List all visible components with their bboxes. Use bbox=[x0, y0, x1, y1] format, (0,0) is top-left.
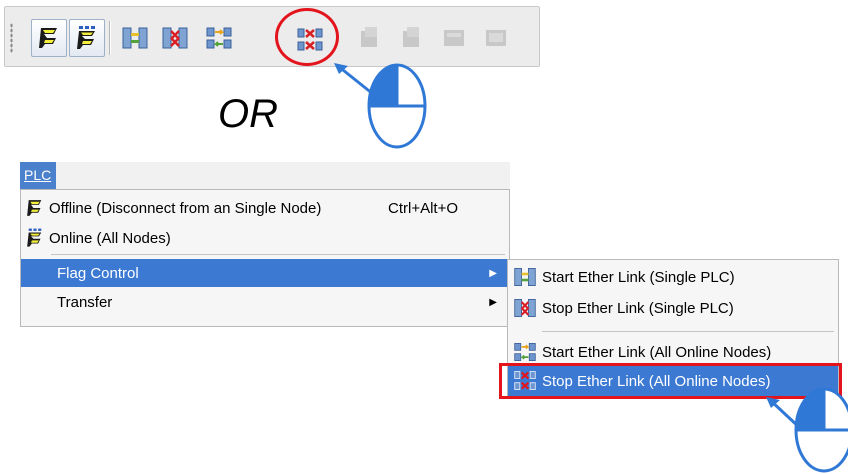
stop-link-single-icon bbox=[162, 27, 188, 49]
start-ether-link-all-button[interactable] bbox=[201, 19, 237, 57]
start-ether-link-single-button[interactable] bbox=[117, 19, 153, 57]
disabled-toolbar-button[interactable] bbox=[436, 19, 472, 57]
submenu-separator bbox=[542, 331, 834, 332]
menu-item-shortcut: Ctrl+Alt+O bbox=[388, 199, 459, 217]
submenu-arrow-icon: ▶ bbox=[489, 267, 497, 279]
submenu-item-stop-ether-link-single[interactable]: Stop Ether Link (Single PLC) bbox=[508, 293, 838, 323]
menu-item-label: Offline (Disconnect from an Single Node) bbox=[49, 199, 322, 217]
toolbar-separator bbox=[109, 21, 111, 55]
compare-icon bbox=[444, 30, 464, 46]
menu-item-label: Flag Control bbox=[57, 264, 139, 282]
menu-item-flag-control[interactable]: Flag Control ▶ bbox=[21, 259, 509, 287]
disabled-toolbar-button[interactable] bbox=[478, 19, 514, 57]
mouse-icon bbox=[794, 387, 848, 473]
plc-menu: Offline (Disconnect from an Single Node)… bbox=[20, 189, 510, 327]
start-link-single-icon bbox=[508, 262, 542, 292]
start-link-single-icon bbox=[122, 27, 148, 49]
monitor-icon bbox=[486, 30, 506, 46]
menu-item-offline[interactable]: Offline (Disconnect from an Single Node)… bbox=[21, 194, 509, 222]
toolbar bbox=[4, 6, 540, 67]
menu-item-label: Online (All Nodes) bbox=[49, 229, 171, 247]
disabled-toolbar-button[interactable] bbox=[394, 19, 430, 57]
submenu-item-label: Start Ether Link (All Online Nodes) bbox=[542, 343, 772, 361]
or-label: OR bbox=[218, 92, 278, 136]
toolbar-grip[interactable] bbox=[10, 23, 13, 53]
plc-offline-icon bbox=[21, 194, 49, 222]
download-icon bbox=[403, 27, 419, 47]
start-link-all-icon bbox=[206, 27, 232, 49]
plc-online-icon bbox=[77, 26, 95, 49]
stop-link-single-icon bbox=[508, 293, 542, 323]
submenu-item-start-ether-link-single[interactable]: Start Ether Link (Single PLC) bbox=[508, 262, 838, 292]
menu-item-transfer[interactable]: Transfer ▶ bbox=[21, 288, 509, 316]
submenu-arrow-icon: ▶ bbox=[489, 296, 497, 308]
disabled-toolbar-button[interactable] bbox=[352, 19, 388, 57]
menu-separator bbox=[51, 254, 505, 255]
submenu-item-label: Start Ether Link (Single PLC) bbox=[542, 268, 735, 286]
menu-plc[interactable]: PLC bbox=[20, 162, 56, 189]
highlight-circle bbox=[275, 8, 339, 66]
stop-ether-link-single-button[interactable] bbox=[157, 19, 193, 57]
menu-item-online-all-nodes[interactable]: Online (All Nodes) bbox=[21, 224, 509, 252]
plc-online-icon bbox=[21, 224, 49, 252]
offline-button[interactable] bbox=[31, 19, 67, 57]
upload-icon bbox=[361, 27, 377, 47]
menubar: PLC bbox=[20, 162, 510, 189]
mouse-icon bbox=[367, 63, 427, 149]
menu-item-label: Transfer bbox=[57, 293, 113, 311]
online-all-nodes-button[interactable] bbox=[69, 19, 105, 57]
submenu-item-label: Stop Ether Link (Single PLC) bbox=[542, 299, 734, 317]
plc-offline-icon bbox=[39, 28, 57, 48]
